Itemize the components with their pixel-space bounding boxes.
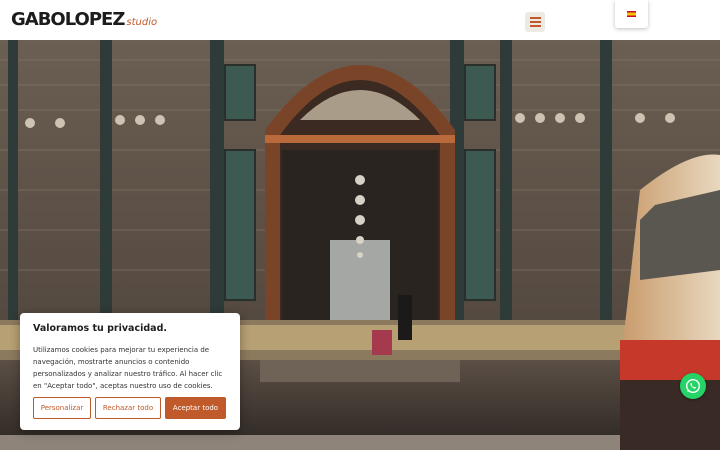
hamburger-menu-icon [529, 17, 541, 19]
logo-subtitle: studio [126, 17, 158, 28]
logo-wordmark: GABOLOPEZ [11, 9, 125, 30]
spain-flag-icon [627, 11, 636, 17]
language-selector[interactable] [615, 0, 648, 28]
cookie-banner-text: Utilizamos cookies para mejorar tu exper… [33, 346, 223, 390]
whatsapp-icon [685, 378, 701, 394]
hamburger-menu-icon-line [529, 25, 541, 27]
hamburger-menu-icon-line [529, 21, 541, 23]
reject-all-cookies-button[interactable]: Rechazar todo [95, 397, 161, 419]
customize-cookies-button[interactable]: Personalizar [33, 397, 91, 419]
cookie-consent-banner: Valoramos tu privacidad. Utilizamos cook… [20, 313, 240, 430]
accept-all-cookies-button[interactable]: Aceptar todo [165, 397, 226, 419]
cookie-button-group: Personalizar Rechazar todo Aceptar todo [33, 397, 226, 419]
site-logo[interactable]: GABOLOPEZ studio [11, 9, 157, 30]
whatsapp-button[interactable] [680, 373, 706, 399]
site-header: GABOLOPEZ studio [0, 0, 720, 40]
cookie-banner-title: Valoramos tu privacidad. [33, 323, 167, 334]
hamburger-menu-button[interactable] [525, 12, 545, 32]
